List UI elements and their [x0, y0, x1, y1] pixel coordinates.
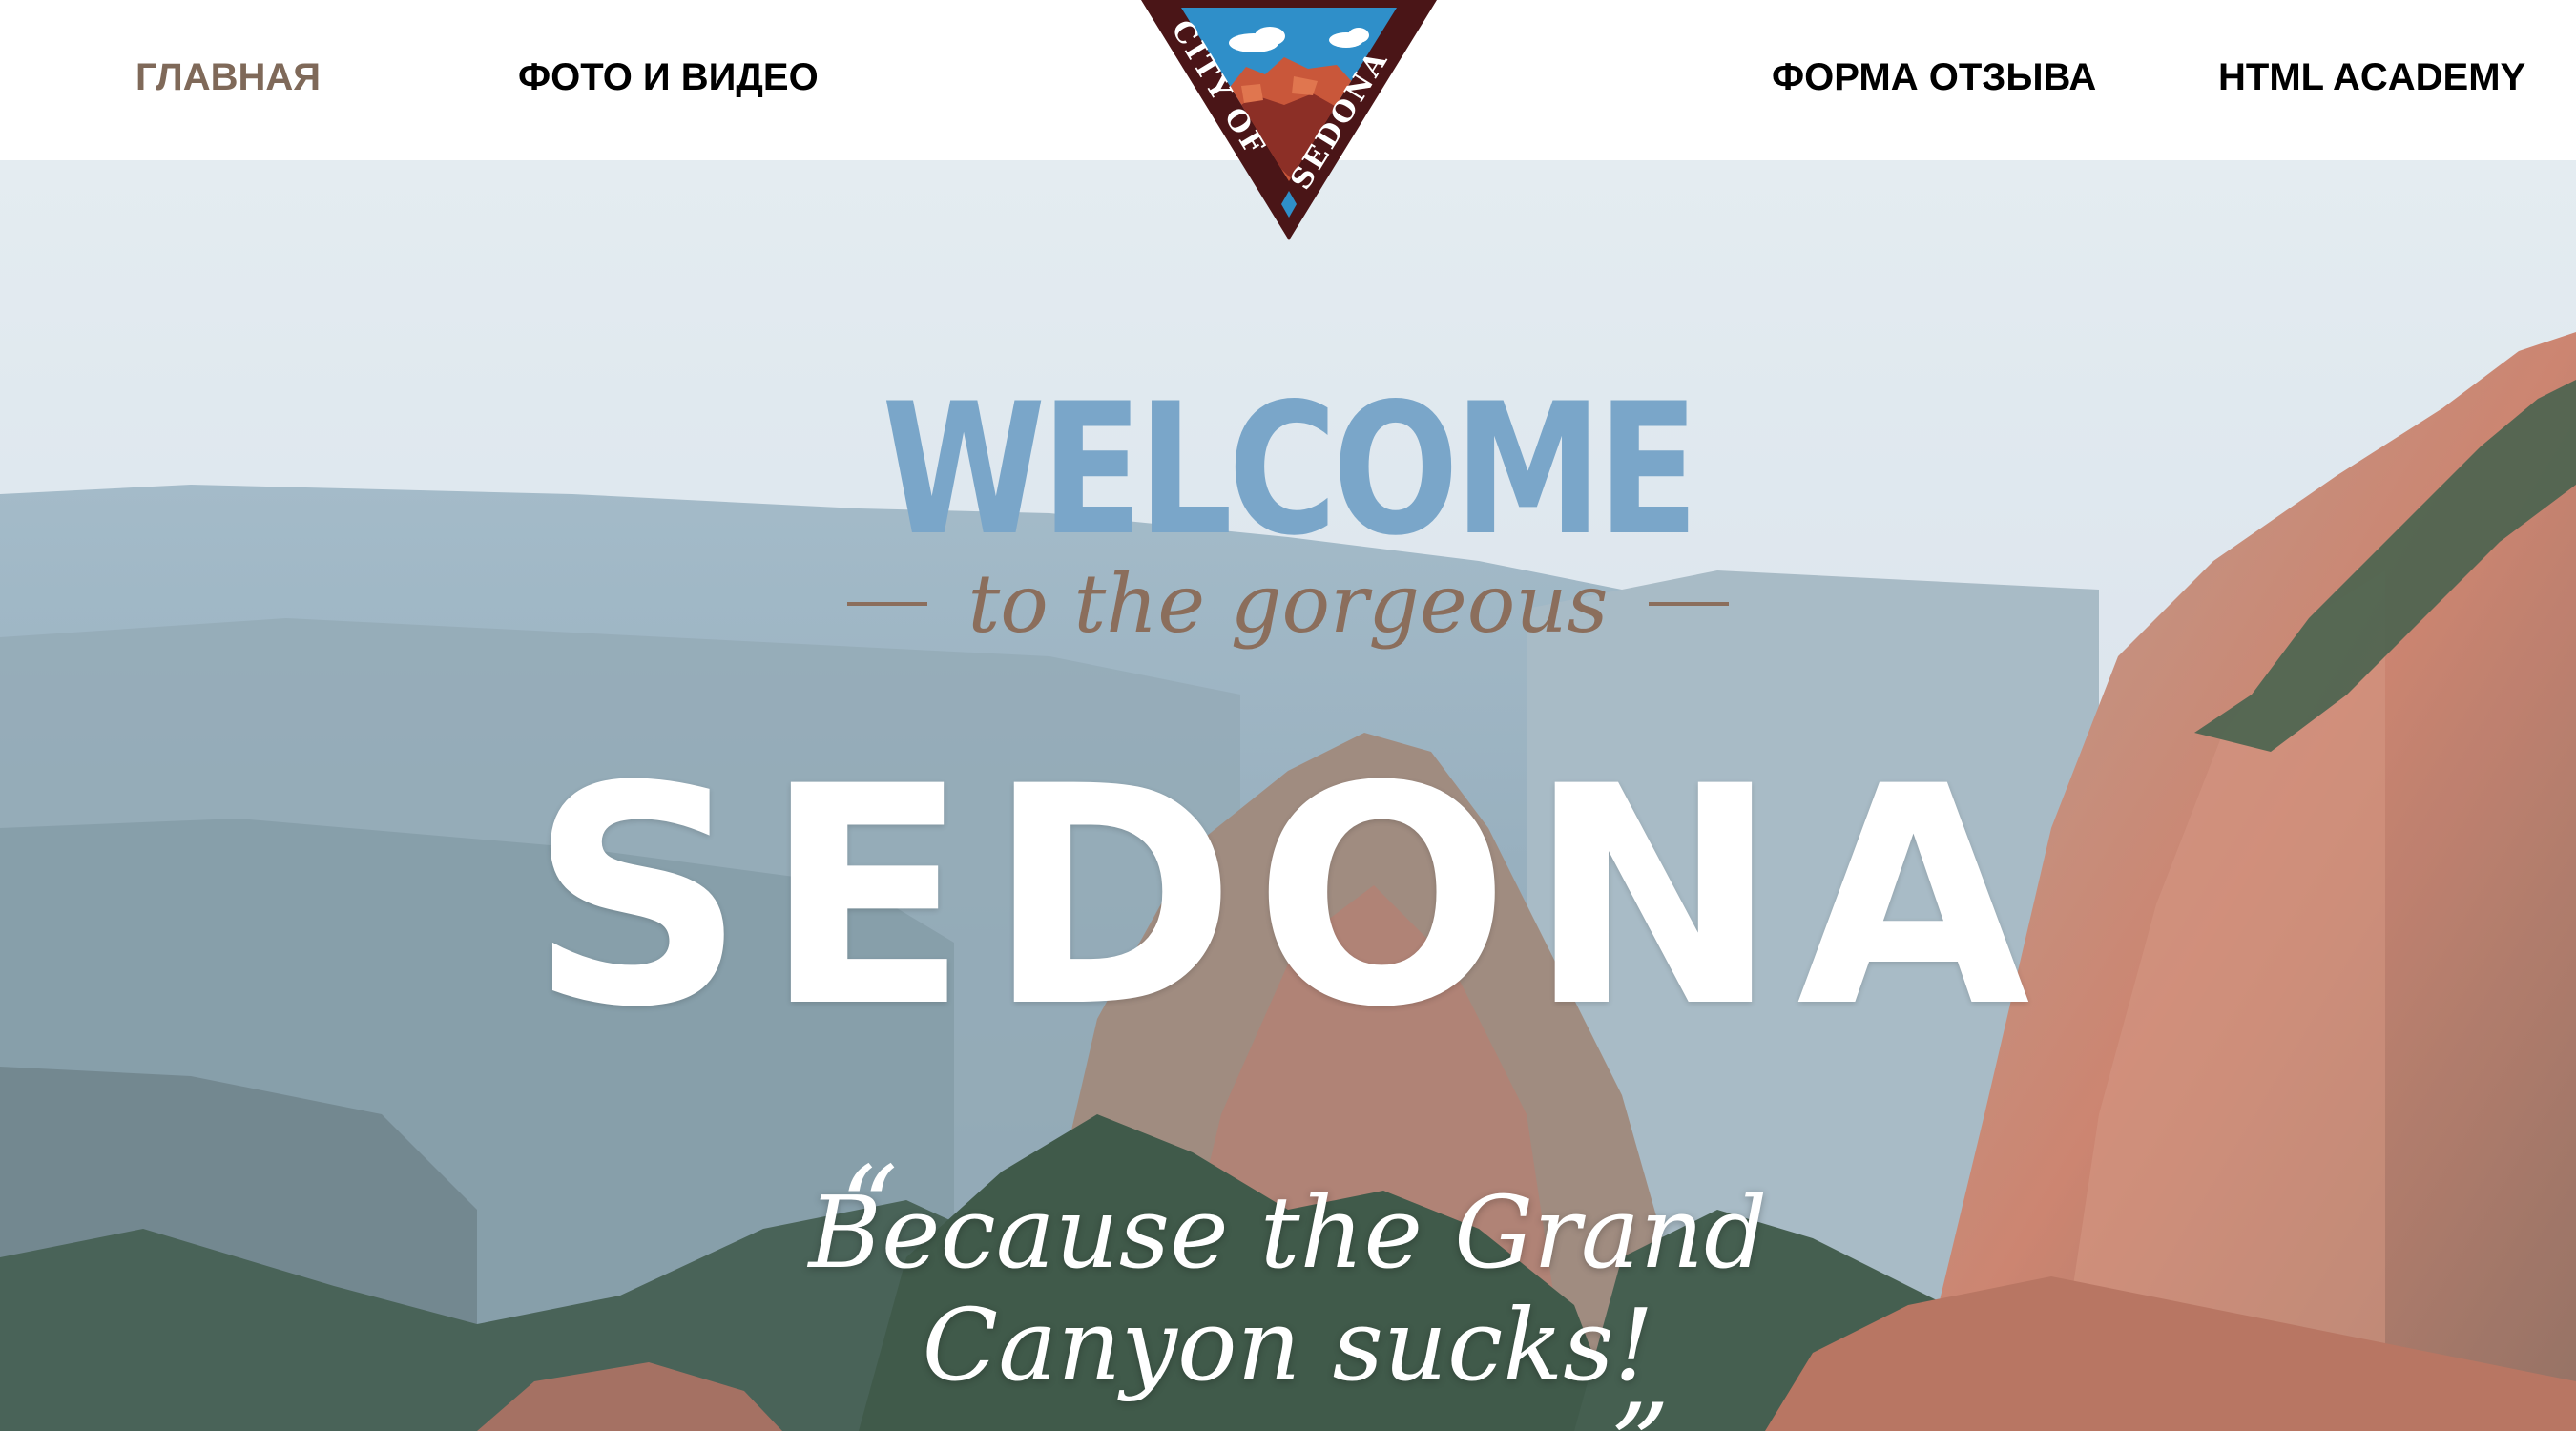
- tagline-dash-right: [1648, 602, 1729, 606]
- nav-link-feedback-form[interactable]: ФОРМА ОТЗЫВА: [1772, 53, 2096, 101]
- hero-tagline-row: to the gorgeous: [0, 547, 2576, 661]
- city-of-sedona-emblem-icon: CITY OF SEDONA: [1141, 0, 1437, 240]
- logo-link[interactable]: CITY OF SEDONA: [1141, 0, 1437, 240]
- hero-quote-line-2: Canyon sucks!: [922, 1287, 1654, 1403]
- hero-quote-line-1: Because the Grand: [808, 1174, 1768, 1291]
- nav-link-home[interactable]: ГЛАВНАЯ: [135, 53, 321, 101]
- hero-quote: Because the Grand Canyon sucks!: [0, 1176, 2576, 1401]
- hero-city-name: SEDONA: [529, 722, 2047, 1073]
- quote-close-mark: „: [1612, 1310, 1672, 1431]
- hero-tagline: to the gorgeous: [967, 557, 1609, 651]
- hero-section: WELCOME to the gorgeous SEDONA “ Because…: [0, 160, 2576, 1431]
- hero-welcome-heading: WELCOME: [882, 364, 1698, 575]
- tagline-dash-left: [847, 602, 928, 606]
- nav-link-photo-video[interactable]: ФОТО И ВИДЕО: [518, 53, 819, 101]
- nav-link-html-academy[interactable]: HTML ACADEMY: [2218, 53, 2525, 101]
